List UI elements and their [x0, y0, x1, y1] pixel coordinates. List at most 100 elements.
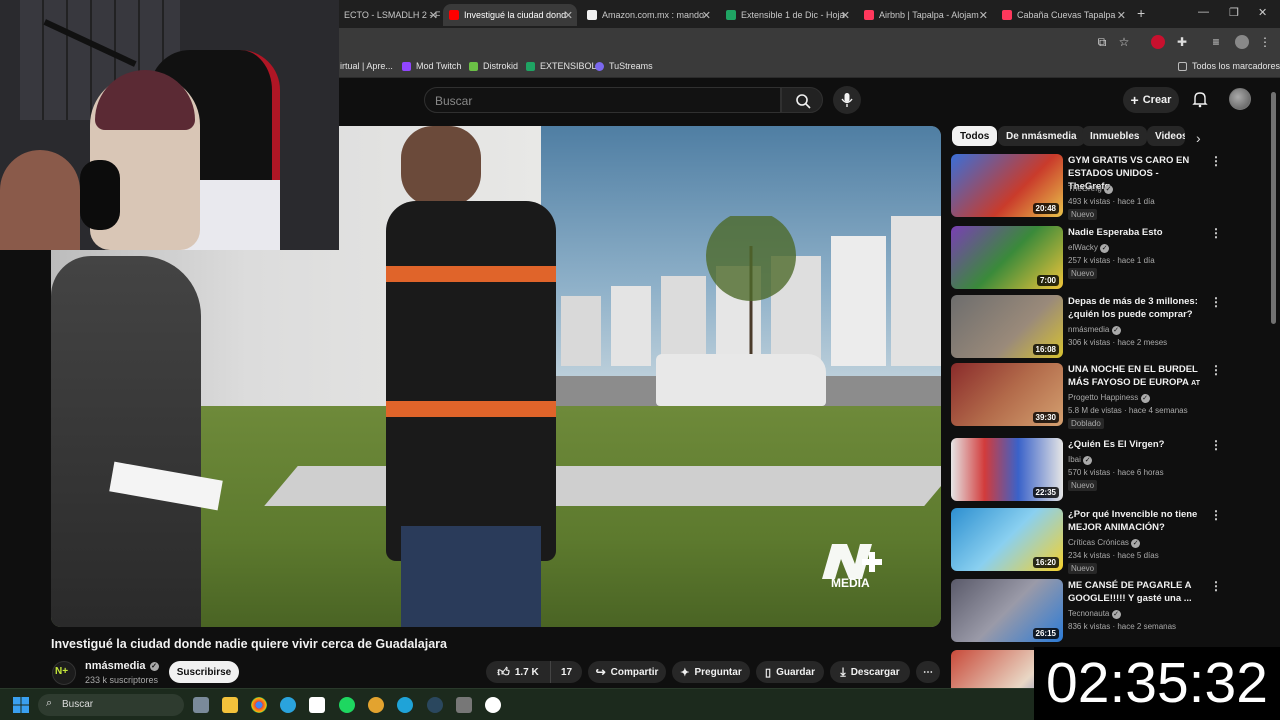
media-control-icon[interactable]: ≡	[1209, 35, 1223, 49]
subscribe-button[interactable]: Suscribirse	[169, 661, 239, 683]
ask-button[interactable]: ✦ Preguntar	[672, 661, 750, 683]
chevron-right-icon[interactable]: ›	[1196, 130, 1201, 146]
notifications-bell-icon[interactable]	[1191, 90, 1209, 108]
video-thumbnail[interactable]: 39:30	[951, 363, 1063, 426]
video-thumbnail[interactable]: 26:15	[951, 579, 1063, 642]
steam-app-icon[interactable]	[427, 697, 443, 713]
dislike-button[interactable]: 17	[550, 661, 582, 683]
chrome-app-icon[interactable]	[251, 697, 267, 713]
recommendation-item[interactable]: 26:15 ME CANSÉ DE PAGARLE A GOOGLE!!!!! …	[951, 579, 1222, 643]
task-view-icon[interactable]	[193, 697, 209, 713]
browser-tab[interactable]: Cabaña Cuevas Tapalpa ✕	[996, 4, 1130, 26]
more-vertical-icon[interactable]: ⋮	[1210, 226, 1222, 240]
browser-tab[interactable]: ECTO - LSMADLH 2 - F ✕	[338, 4, 442, 26]
create-button[interactable]: + Crear	[1123, 87, 1179, 113]
chrome-menu-icon[interactable]: ⋮	[1258, 35, 1272, 49]
video-thumbnail[interactable]: 7:00	[951, 226, 1063, 289]
new-badge: Nuevo	[1068, 268, 1098, 279]
bookmark-item[interactable]: Mod Twitch	[402, 61, 461, 71]
close-tab-icon[interactable]: ✕	[1117, 9, 1126, 22]
channel-avatar[interactable]: N+	[52, 661, 76, 685]
share-arrow-icon: ↪	[595, 665, 606, 679]
more-vertical-icon[interactable]: ⋮	[1210, 438, 1222, 452]
page-scrollbar[interactable]	[1271, 92, 1276, 324]
more-vertical-icon[interactable]: ⋮	[1210, 579, 1222, 593]
video-thumbnail[interactable]: 20:48	[951, 154, 1063, 217]
share-button[interactable]: ↪ Compartir	[588, 661, 666, 683]
browser-tab[interactable]: Airbnb | Tapalpa - Alojam ✕	[858, 4, 992, 26]
save-button[interactable]: ▯ Guardar	[756, 661, 824, 683]
recommendation-title: ¿Por qué Invencible no tiene MEJOR ANIMA…	[1068, 509, 1198, 533]
new-badge: Nuevo	[1068, 563, 1098, 574]
channel-name: nmásmedia	[85, 660, 146, 672]
browser-tab[interactable]: Amazon.com.mx : mando ✕	[581, 4, 715, 26]
bookmark-item[interactable]: TuStreams	[595, 61, 653, 71]
browser-tab-active[interactable]: Investigué la ciudad dond ✕	[443, 4, 577, 26]
chip-de-nmasmedia[interactable]: De nmásmedia	[998, 126, 1085, 146]
voice-search-button[interactable]	[833, 86, 861, 114]
recommendation-item[interactable]: 16:20 ¿Por qué Invencible no tiene MEJOR…	[951, 508, 1222, 574]
recommendation-item[interactable]: 16:08 Depas de más de 3 millones: ¿quién…	[951, 295, 1222, 359]
chip-label: Videos	[1155, 130, 1185, 142]
extensions-puzzle-icon[interactable]: ✚	[1175, 35, 1189, 49]
stream-timer: 02:35:32	[1034, 647, 1280, 720]
calculator-app-icon[interactable]	[456, 697, 472, 713]
close-tab-icon[interactable]: ✕	[564, 9, 573, 22]
download-button[interactable]: ⤓ Descargar	[830, 661, 910, 683]
streamer-companion	[0, 150, 80, 250]
new-tab-button[interactable]: +	[1137, 5, 1145, 21]
more-vertical-icon[interactable]: ⋮	[1210, 295, 1222, 309]
search-input[interactable]: Buscar	[424, 87, 781, 113]
windows-start-icon[interactable]	[13, 697, 29, 713]
github-desktop-app-icon[interactable]	[485, 697, 501, 713]
bookmark-item[interactable]: Distrokid	[469, 61, 518, 71]
search-icon	[796, 94, 811, 109]
chip-inmuebles[interactable]: Inmuebles	[1082, 126, 1148, 146]
extension-icon[interactable]	[1151, 35, 1165, 49]
telegram-app-icon[interactable]	[280, 697, 296, 713]
video-thumbnail[interactable]: 16:08	[951, 295, 1063, 358]
spotify-app-icon[interactable]	[339, 697, 355, 713]
more-vertical-icon[interactable]: ⋮	[1210, 363, 1222, 377]
bookmark-star-icon[interactable]: ☆	[1117, 35, 1131, 49]
profile-avatar-icon[interactable]	[1235, 35, 1249, 49]
taskbar-search[interactable]: ⌕ Buscar	[38, 694, 184, 716]
bookmark-label: irtual | Apre...	[340, 61, 393, 71]
recommendation-item[interactable]: 7:00 Nadie Esperaba Esto elWacky ✓ 257 k…	[951, 226, 1222, 290]
all-bookmarks-button[interactable]: Todos los marcadores	[1178, 61, 1280, 71]
like-button[interactable]: 👍︎ 1.7 K	[486, 661, 550, 683]
more-actions-button[interactable]: ⋯	[916, 661, 940, 683]
edge-app-icon[interactable]	[397, 697, 413, 713]
chip-videos[interactable]: Videos	[1147, 126, 1185, 146]
close-tab-icon[interactable]: ✕	[702, 9, 711, 22]
close-tab-icon[interactable]: ✕	[841, 9, 850, 22]
browser-tab[interactable]: Extensible 1 de Dic - Hoja ✕	[720, 4, 854, 26]
more-vertical-icon[interactable]: ⋮	[1210, 154, 1222, 168]
video-thumbnail[interactable]: 16:20	[951, 508, 1063, 571]
capcut-app-icon[interactable]	[309, 697, 325, 713]
more-vertical-icon[interactable]: ⋮	[1210, 508, 1222, 522]
bookmark-item[interactable]: EXTENSIBOL	[526, 61, 597, 71]
install-app-icon[interactable]: ⧉	[1095, 35, 1109, 49]
search-button[interactable]	[781, 87, 823, 113]
close-window-icon[interactable]: ✕	[1258, 6, 1267, 19]
maximize-icon[interactable]: ❐	[1229, 6, 1239, 19]
chrome-canary-app-icon[interactable]	[368, 697, 384, 713]
airbnb-favicon-icon	[1002, 10, 1012, 20]
account-avatar[interactable]	[1229, 88, 1251, 110]
video-frame-head	[401, 126, 481, 206]
channel-name-link[interactable]: nmásmedia ✓	[85, 660, 159, 672]
recommendation-meta: 570 k vistas · hace 6 horas	[1068, 468, 1164, 477]
close-tab-icon[interactable]: ✕	[429, 9, 438, 22]
chip-todos[interactable]: Todos	[952, 126, 998, 146]
recommendation-item[interactable]: 22:35 ¿Quién Es El Virgen? Ibai ✓ 570 k …	[951, 438, 1222, 502]
recommendation-item[interactable]: 20:48 GYM GRATIS VS CARO EN ESTADOS UNID…	[951, 154, 1222, 220]
bookmark-item[interactable]: irtual | Apre...	[340, 61, 393, 71]
recommendation-item[interactable]: 39:30 UNA NOCHE EN EL BURDEL MÁS FAYOSO …	[951, 363, 1222, 429]
channel-logo-text: N+	[55, 666, 69, 677]
video-duration: 22:35	[1032, 487, 1059, 498]
file-explorer-app-icon[interactable]	[222, 697, 238, 713]
close-tab-icon[interactable]: ✕	[979, 9, 988, 22]
minimize-icon[interactable]: —	[1198, 6, 1209, 18]
video-thumbnail[interactable]: 22:35	[951, 438, 1063, 501]
